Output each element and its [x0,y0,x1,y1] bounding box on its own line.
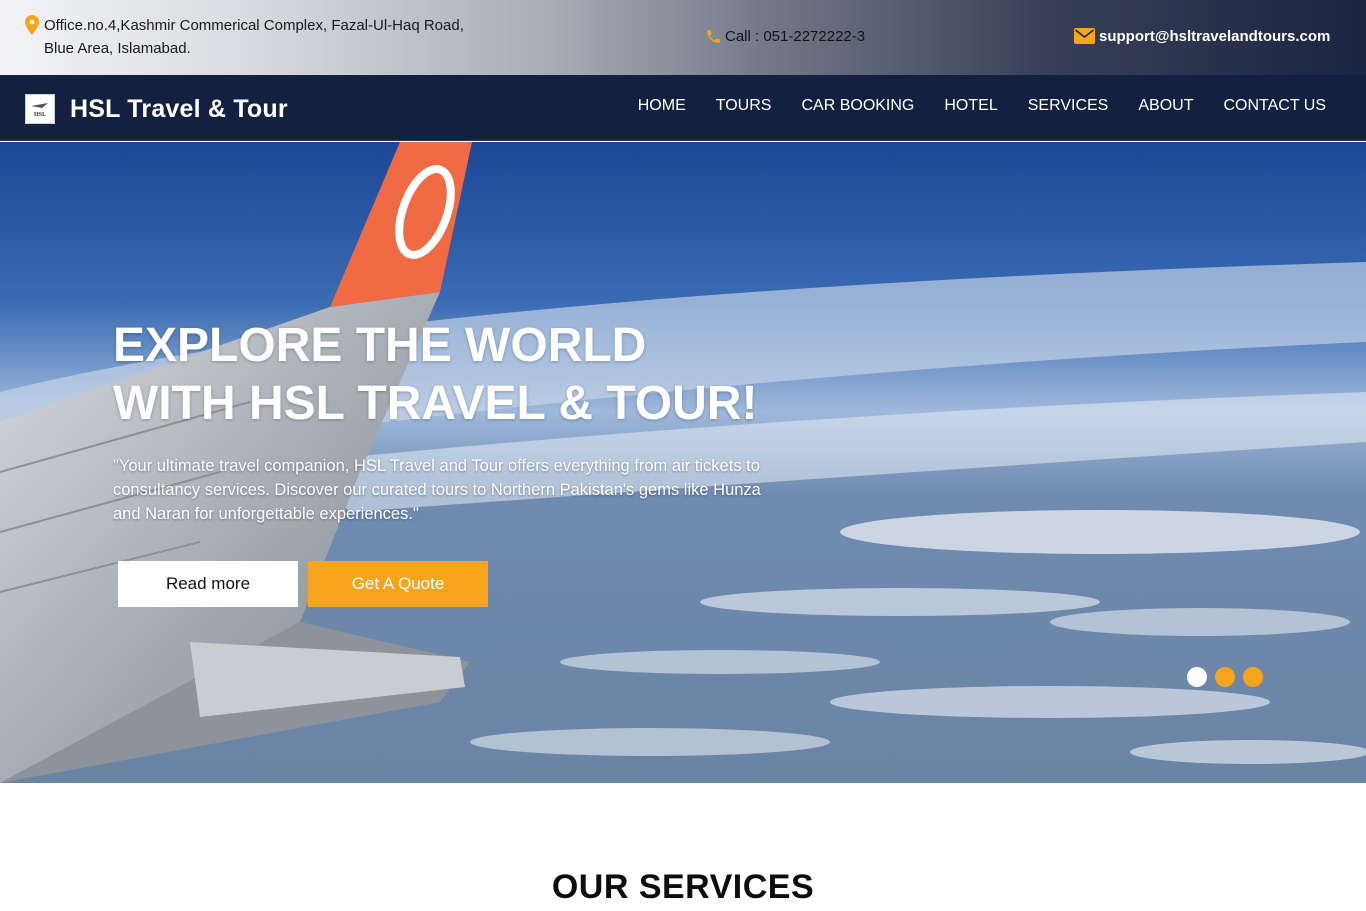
hero-title: EXPLORE THE WORLD WITH HSL TRAVEL & TOUR… [113,317,813,433]
nav-menu: HOME TOURS CAR BOOKING HOTEL SERVICES AB… [608,97,1326,115]
envelope-icon [1072,25,1096,47]
nav-about[interactable]: ABOUT [1138,97,1193,115]
hero-slider: EXPLORE THE WORLD WITH HSL TRAVEL & TOUR… [0,142,1366,783]
main-navbar: HSL HSL Travel & Tour HOME TOURS CAR BOO… [0,75,1366,141]
hero-title-line-1: EXPLORE THE WORLD [113,319,647,372]
phone-icon [703,25,723,47]
hero-description: "Your ultimate travel companion, HSL Tra… [113,457,761,523]
address-line-2: Blue Area, Islamabad. [44,40,191,57]
nav-tours[interactable]: TOURS [716,97,772,115]
address-line-1: Office.no.4,Kashmir Commerical Complex, … [44,17,464,34]
hero-title-line-2: WITH HSL TRAVEL & TOUR! [113,377,758,430]
nav-contact-us[interactable]: CONTACT US [1223,97,1326,115]
brand-name: HSL Travel & Tour [70,94,288,123]
nav-car-booking[interactable]: CAR BOOKING [801,97,914,115]
email-contact[interactable]: support@hsltravelandtours.com [1072,25,1330,48]
office-address: Office.no.4,Kashmir Commerical Complex, … [22,14,524,60]
get-a-quote-button[interactable]: Get A Quote [308,561,488,607]
plane-logo-icon: HSL [31,103,48,118]
svg-text:HSL: HSL [34,112,46,118]
map-pin-icon [22,14,42,36]
phone-contact[interactable]: Call : 051-2272222-3 [703,25,865,48]
email-address: support@hsltravelandtours.com [1099,28,1331,45]
slider-dot-2[interactable] [1215,667,1235,687]
nav-services[interactable]: SERVICES [1028,97,1109,115]
top-info-bar: Office.no.4,Kashmir Commerical Complex, … [0,0,1366,75]
our-services-heading: OUR SERVICES [551,868,815,906]
brand-logo: HSL [25,94,55,124]
nav-home[interactable]: HOME [638,97,686,115]
slider-dots [1187,667,1271,687]
brand[interactable]: HSL HSL Travel & Tour [25,94,288,124]
phone-number: Call : 051-2272222-3 [725,28,866,45]
nav-hotel[interactable]: HOTEL [944,97,997,115]
read-more-button[interactable]: Read more [118,561,298,607]
slider-dot-3[interactable] [1243,667,1263,687]
slider-dot-1[interactable] [1187,667,1207,687]
